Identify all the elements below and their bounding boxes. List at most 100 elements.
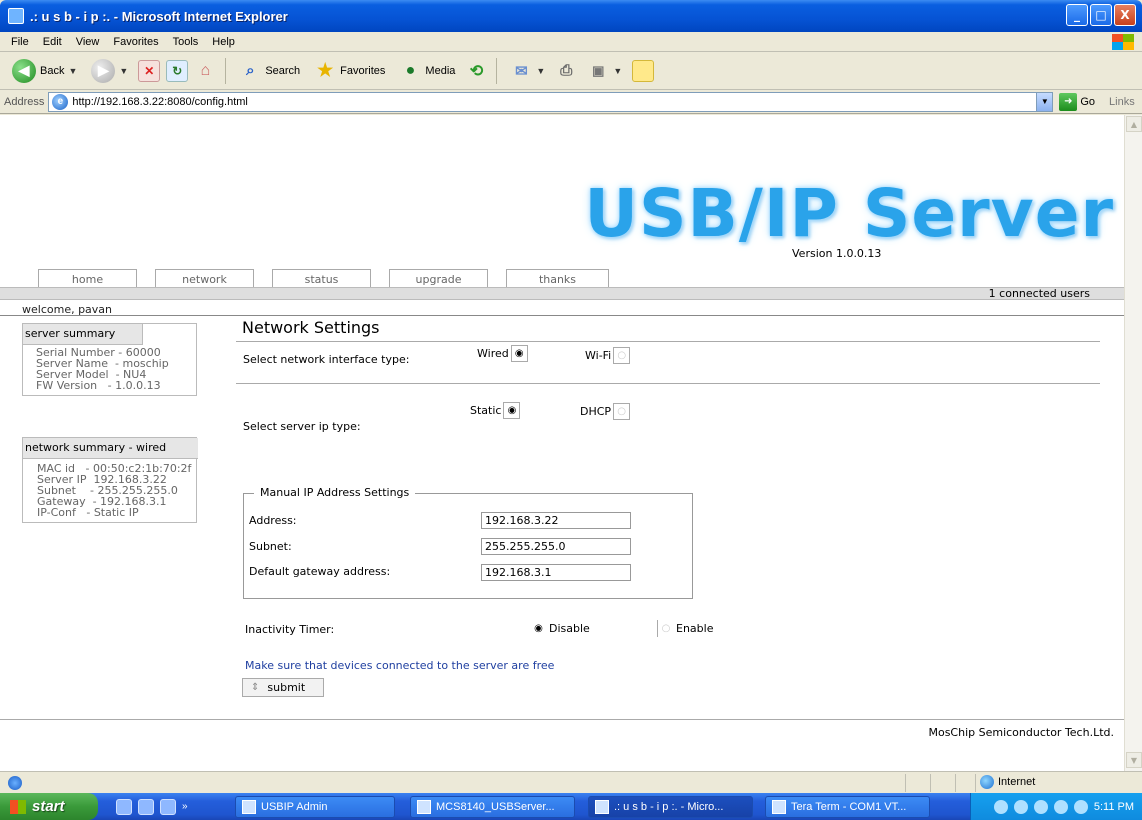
task-tera-term[interactable]: Tera Term - COM1 VT... [765, 796, 930, 818]
home-icon[interactable]: ⌂ [194, 60, 216, 82]
menu-favorites[interactable]: Favorites [106, 36, 165, 48]
stop-icon[interactable]: ✕ [138, 59, 161, 82]
menu-file[interactable]: File [4, 36, 36, 48]
page-status-icon [8, 775, 22, 790]
windows-logo-icon [10, 799, 26, 814]
submit-button[interactable]: ⇕ submit [242, 678, 324, 697]
task-word-doc[interactable]: MCS8140_USBServer... [410, 796, 575, 818]
static-radio[interactable]: ◉ [503, 402, 521, 419]
address-input[interactable]: e http://192.168.3.22:8080/config.html ▼ [48, 91, 1054, 112]
network-summary-box: network summary - wired MAC id - 00:50:c… [22, 437, 198, 523]
scroll-up-icon[interactable]: ▲ [1126, 116, 1142, 132]
edit-button[interactable]: ▣ ▼ [583, 56, 626, 86]
mail-button[interactable]: ✉ ▼ [506, 56, 549, 86]
task-usbip-browser[interactable]: .: u s b - i p :. - Micro... [588, 796, 753, 818]
security-tray-icon[interactable] [1053, 799, 1068, 814]
subnet-field[interactable]: 255.255.255.0 [481, 538, 631, 555]
media-button[interactable]: ● Media [395, 56, 459, 86]
forward-arrow-icon: ▶ [91, 58, 116, 83]
forward-dropdown-icon[interactable]: ▼ [119, 66, 128, 76]
close-button[interactable]: X [1114, 4, 1136, 26]
ie-window-icon[interactable] [8, 8, 24, 24]
usbip-server-logo: USB/IP Server [584, 175, 1114, 252]
edit-dropdown-icon[interactable]: ▼ [613, 66, 622, 76]
address-label: Address [4, 95, 45, 108]
maximize-button[interactable]: □ [1090, 4, 1112, 26]
minimize-button[interactable]: _ [1066, 4, 1088, 26]
go-label: Go [1080, 95, 1096, 108]
media-quicklaunch-icon[interactable] [138, 798, 154, 815]
address-dropdown-icon[interactable]: ▼ [1036, 92, 1053, 111]
task-usbip-admin[interactable]: USBIP Admin [235, 796, 395, 818]
nav-tab-network[interactable]: network [155, 269, 254, 288]
search-button[interactable]: ⌕ Search [235, 56, 304, 86]
nav-tabs: home network status upgrade thanks [38, 269, 627, 288]
messenger-note-icon[interactable] [632, 59, 655, 82]
nav-tab-status[interactable]: status [272, 269, 371, 288]
menu-help[interactable]: Help [205, 36, 242, 48]
clock[interactable]: 5:11 PM [1094, 801, 1134, 813]
task-label: Tera Term - COM1 VT... [791, 801, 907, 813]
explorer-quicklaunch-icon[interactable] [160, 798, 176, 815]
volume-tray-icon[interactable] [1033, 799, 1048, 814]
wifi-option: Wi-Fi ○ [585, 347, 631, 364]
dhcp-radio[interactable]: ○ [613, 403, 631, 420]
wired-radio[interactable]: ◉ [510, 345, 528, 362]
footer-divider [0, 719, 1124, 720]
gateway-field[interactable]: 192.168.3.1 [481, 564, 631, 581]
disable-option: ◉ Disable [530, 620, 590, 637]
history-icon[interactable]: ⟲ [465, 60, 487, 82]
wifi-radio[interactable]: ○ [613, 347, 631, 364]
tray-arrow-icon[interactable] [993, 799, 1008, 814]
print-icon[interactable]: ⎙ [555, 60, 577, 82]
disable-radio[interactable]: ◉ [530, 620, 547, 637]
start-button[interactable]: start [0, 793, 98, 820]
dhcp-label: DHCP [580, 405, 612, 418]
server-summary-title: server summary [23, 324, 143, 345]
go-button[interactable]: ➜ Go [1059, 92, 1096, 111]
nav-band [0, 287, 1124, 300]
network-summary-body: MAC id - 00:50:c2:1b:70:2f Server IP 192.… [23, 459, 196, 522]
interface-type-label: Select network interface type: [243, 353, 410, 366]
ie-task-icon [595, 800, 609, 814]
gateway-field-label: Default gateway address: [249, 565, 391, 578]
quicklaunch-chevron-icon[interactable]: » [182, 801, 188, 812]
links-toolbar[interactable]: Links [1109, 96, 1135, 108]
back-label: Back [40, 64, 65, 77]
ie-quicklaunch-icon[interactable] [116, 798, 132, 815]
address-bar: Address e http://192.168.3.22:8080/confi… [0, 90, 1142, 114]
word-icon [417, 800, 431, 814]
back-button[interactable]: ◀ Back ▼ [8, 56, 81, 86]
refresh-icon[interactable]: ↻ [166, 59, 189, 82]
back-dropdown-icon[interactable]: ▼ [68, 66, 77, 76]
network-tray-icon[interactable] [1013, 799, 1028, 814]
vertical-scrollbar[interactable]: ▲ ▼ [1124, 115, 1142, 771]
dhcp-option: DHCP ○ [580, 403, 631, 420]
enable-radio[interactable]: ○ [657, 620, 674, 637]
menu-view[interactable]: View [69, 36, 107, 48]
scroll-down-icon[interactable]: ▼ [1126, 752, 1142, 768]
status-cell [905, 774, 906, 792]
interface-divider [236, 383, 1100, 384]
nav-tab-thanks[interactable]: thanks [506, 269, 609, 288]
nav-tab-upgrade[interactable]: upgrade [389, 269, 488, 288]
address-field[interactable]: 192.168.3.22 [481, 512, 631, 529]
title-divider [236, 341, 1100, 342]
toolbar: ◀ Back ▼ ▶ ▼ ✕ ↻ ⌂ ⌕ Search ★ Favorites … [0, 52, 1142, 90]
wired-option: Wired ◉ [477, 345, 528, 362]
version-text: Version 1.0.0.13 [792, 247, 882, 260]
enable-label: Enable [676, 622, 714, 635]
menu-tools[interactable]: Tools [166, 36, 206, 48]
forward-button[interactable]: ▶ ▼ [87, 56, 132, 86]
manual-ip-legend: Manual IP Address Settings [254, 486, 416, 499]
favorites-button[interactable]: ★ Favorites [310, 56, 389, 86]
static-option: Static ◉ [470, 402, 521, 419]
toolbar-separator [496, 57, 498, 84]
footer-company: MosChip Semiconductor Tech.Ltd. [928, 726, 1114, 739]
usb-tray-icon[interactable] [1073, 799, 1088, 814]
nav-tab-home[interactable]: home [38, 269, 137, 288]
mail-dropdown-icon[interactable]: ▼ [536, 66, 545, 76]
menu-edit[interactable]: Edit [36, 36, 69, 48]
divider [0, 315, 1124, 316]
disable-label: Disable [549, 622, 590, 635]
